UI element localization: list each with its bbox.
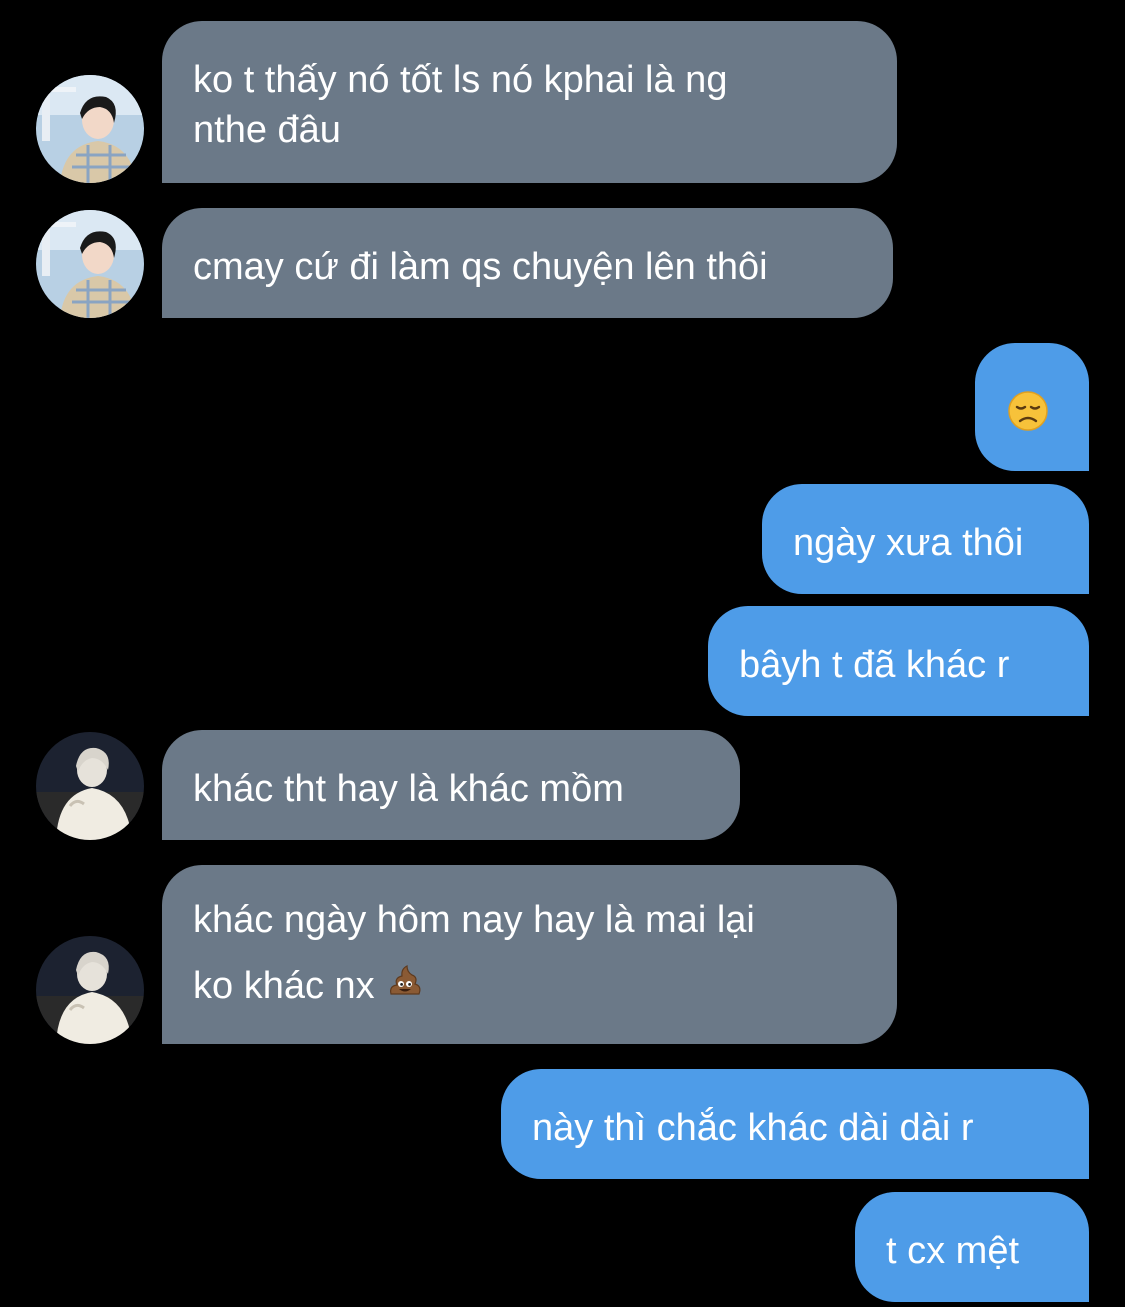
avatar-photo-boy-icon	[36, 75, 144, 183]
message-bubble-outgoing[interactable]: ngày xưa thôi	[762, 484, 1089, 594]
message-text: khác tht hay là khác mồm	[193, 768, 624, 810]
pile-of-poo-emoji-icon	[385, 955, 425, 1021]
message-line: ko khác nx	[193, 953, 867, 1021]
avatar-photo-figure-icon	[36, 936, 144, 1044]
avatar[interactable]	[36, 732, 144, 840]
avatar[interactable]	[36, 936, 144, 1044]
message-text: khác ngày hôm nay hay là mai lại	[193, 899, 755, 941]
message-text: ngày xưa thôi	[793, 522, 1024, 564]
avatar[interactable]	[36, 75, 144, 183]
message-text: cmay cứ đi làm qs chuyện lên thôi	[193, 246, 768, 288]
message-text: bâyh t đã khác r	[739, 644, 1010, 686]
message-bubble-incoming[interactable]: ko t thấy nó tốt ls nó kphai là ng nthe …	[162, 21, 897, 183]
message-text: này thì chắc khác dài dài r	[532, 1107, 974, 1149]
avatar[interactable]	[36, 210, 144, 318]
message-text: nthe đâu	[193, 109, 341, 151]
message-bubble-outgoing[interactable]: này thì chắc khác dài dài r	[501, 1069, 1089, 1179]
avatar-photo-boy-icon	[36, 210, 144, 318]
message-bubble-incoming[interactable]: khác ngày hôm nay hay là mai lại ko khác…	[162, 865, 897, 1044]
message-bubble-outgoing[interactable]: t cx mệt	[855, 1192, 1089, 1302]
avatar-photo-figure-icon	[36, 732, 144, 840]
message-text: ko t thấy nó tốt ls nó kphai là ng	[193, 59, 728, 101]
message-text: ko khác nx	[193, 965, 375, 1007]
chat-thread: ko t thấy nó tốt ls nó kphai là ng nthe …	[0, 0, 1125, 1307]
message-bubble-incoming[interactable]: khác tht hay là khác mồm	[162, 730, 740, 840]
message-text: t cx mệt	[886, 1230, 1020, 1272]
disappointed-face-emoji-icon	[1008, 391, 1048, 431]
message-bubble-incoming[interactable]: cmay cứ đi làm qs chuyện lên thôi	[162, 208, 893, 318]
message-bubble-outgoing[interactable]: bâyh t đã khác r	[708, 606, 1089, 716]
message-bubble-outgoing[interactable]	[975, 343, 1089, 471]
